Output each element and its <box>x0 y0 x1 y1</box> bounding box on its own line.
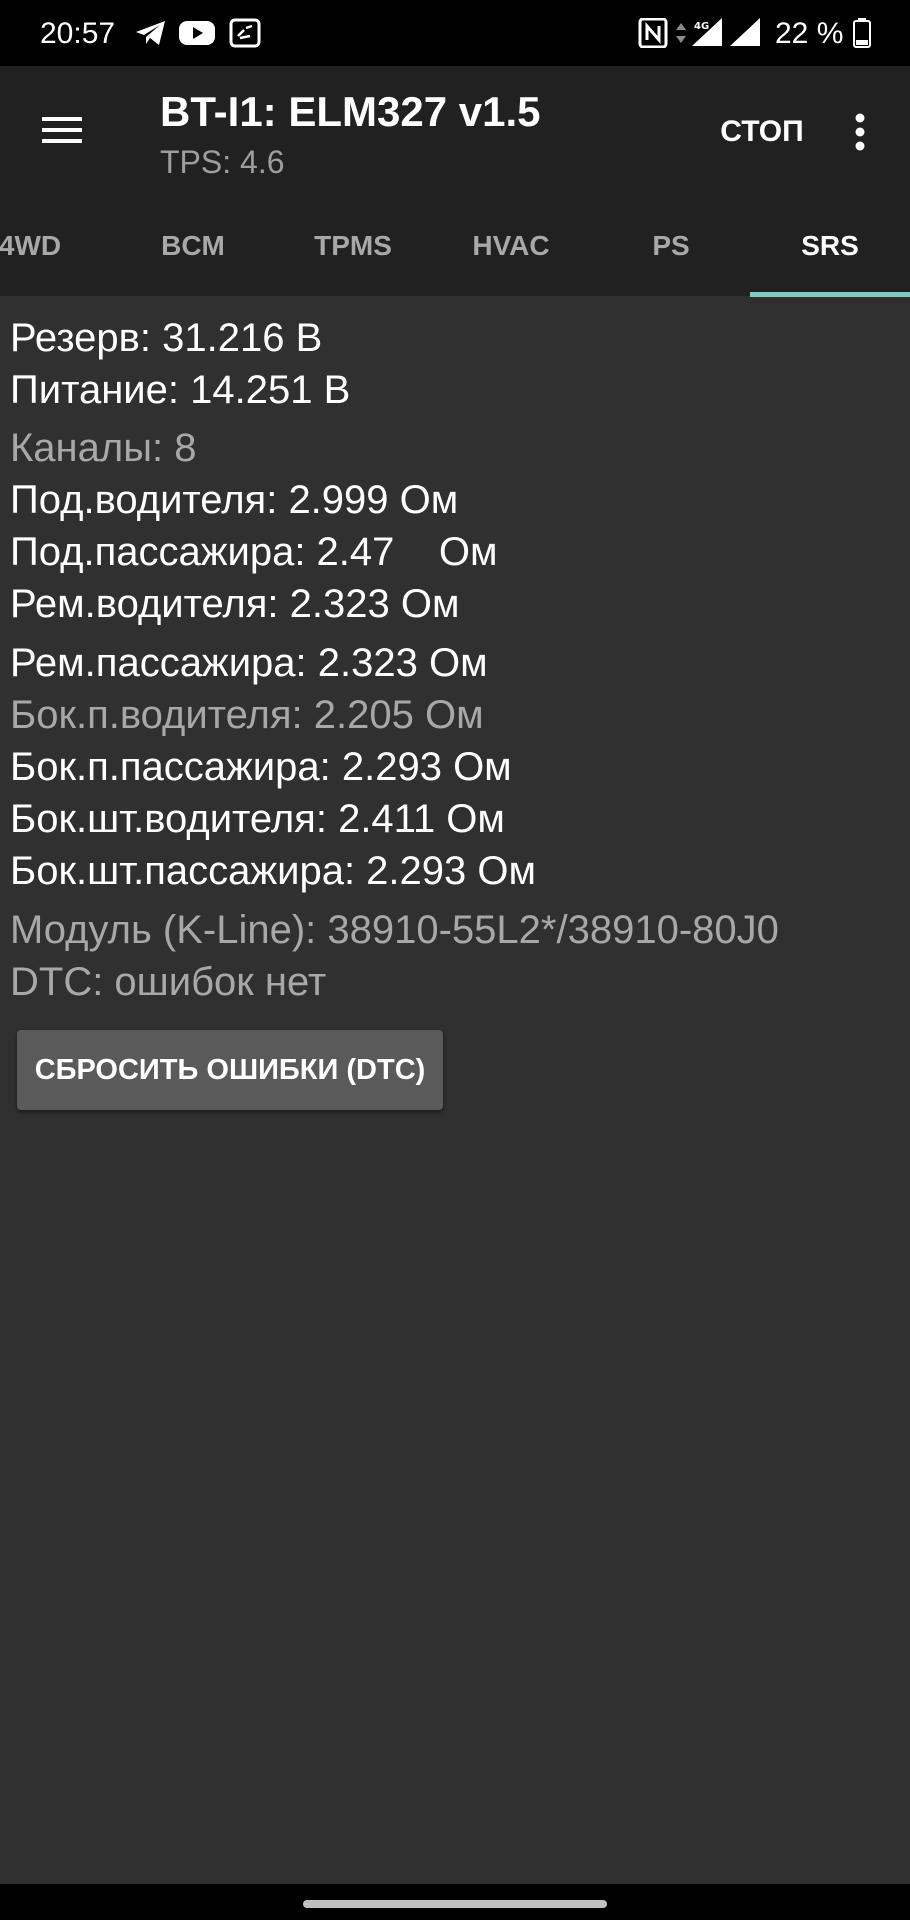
menu-button[interactable] <box>30 98 94 162</box>
reset-dtc-button[interactable]: СБРОСИТЬ ОШИБКИ (DTC) <box>17 1030 443 1110</box>
tab-indicator <box>750 292 910 297</box>
tab-hvac[interactable]: HVAC <box>441 176 581 296</box>
more-vert-icon <box>855 113 865 151</box>
svg-text:4G: 4G <box>694 21 709 32</box>
tab-srs[interactable]: SRS <box>760 176 900 296</box>
passenger-curtain-resistance: Бок.шт.пассажира: 2.293 Ом <box>10 849 536 893</box>
battery-icon <box>852 18 872 48</box>
data-arrows-icon <box>672 18 690 48</box>
passenger-airbag-resistance: Под.пассажира: 2.47 Ом <box>10 530 498 574</box>
channels-count: Каналы: 8 <box>10 426 197 470</box>
battery-percentage: 22 % <box>775 17 844 50</box>
passenger-side-airbag-resistance: Бок.п.пассажира: 2.293 Ом <box>10 745 512 789</box>
more-options-button[interactable] <box>836 102 884 162</box>
tab-bcm[interactable]: BCM <box>123 176 263 296</box>
reserve-voltage: Резерв: 31.216 В <box>10 316 323 360</box>
dtc-status: DTC: ошибок нет <box>10 960 327 1004</box>
signal-icon: 4G <box>690 18 724 48</box>
tab-tpms[interactable]: TPMS <box>283 176 423 296</box>
telegram-icon <box>134 18 168 48</box>
driver-side-airbag-resistance: Бок.п.водителя: 2.205 Ом <box>10 693 484 737</box>
menu-icon <box>42 117 82 143</box>
driver-belt-resistance: Рем.водителя: 2.323 Ом <box>10 582 460 626</box>
nfc-icon <box>636 17 670 49</box>
driver-curtain-resistance: Бок.шт.водителя: 2.411 Ом <box>10 797 505 841</box>
module-info: Модуль (K-Line): 38910-55L2*/38910-80J0 <box>10 908 779 952</box>
youtube-icon <box>178 18 216 48</box>
supply-voltage: Питание: 14.251 В <box>10 368 351 412</box>
driver-airbag-resistance: Под.водителя: 2.999 Ом <box>10 478 459 522</box>
tab-4wd[interactable]: 4WD <box>0 176 100 296</box>
status-bar: 20:57 4G 22 % <box>0 0 910 66</box>
screenshot-icon <box>228 18 262 48</box>
home-gesture-handle[interactable] <box>303 1900 607 1908</box>
passenger-belt-resistance: Рем.пассажира: 2.323 Ом <box>10 641 488 685</box>
tab-ps[interactable]: PS <box>601 176 741 296</box>
tab-row: 4WD BCM TPMS HVAC PS SRS <box>0 176 910 296</box>
signal-icon <box>728 18 762 48</box>
status-time: 20:57 <box>40 17 116 50</box>
stop-button[interactable]: СТОП <box>716 106 808 158</box>
navigation-bar <box>0 1884 910 1920</box>
app-title: BT-I1: ELM327 v1.5 <box>160 88 541 135</box>
